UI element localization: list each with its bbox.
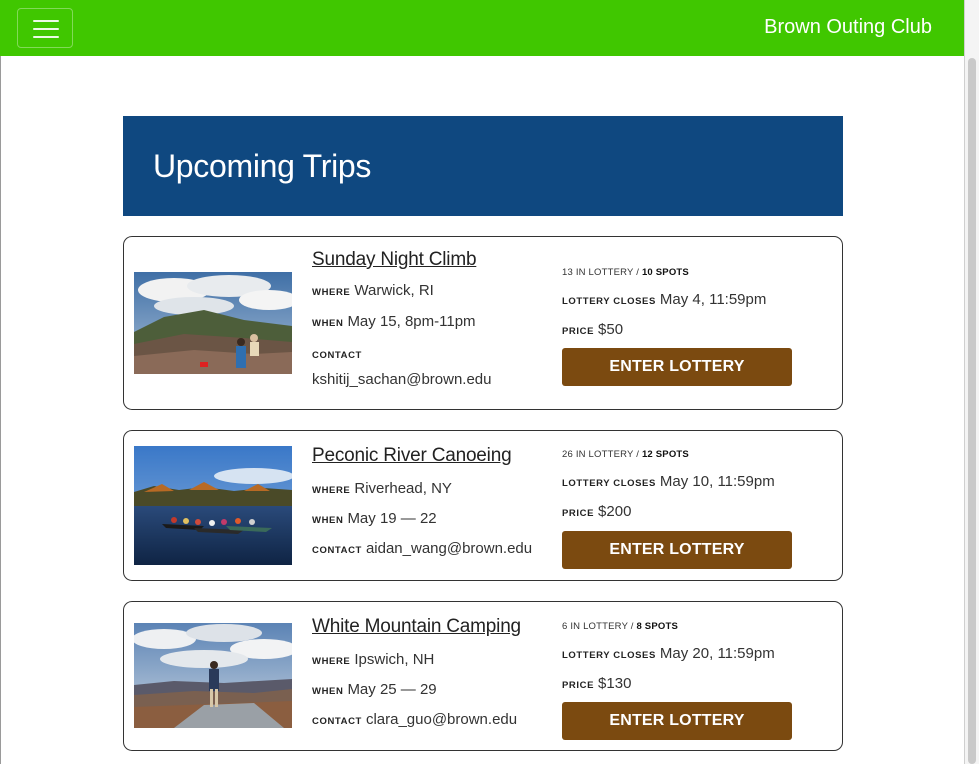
trip-price: price $130 <box>562 675 631 692</box>
enter-lottery-button[interactable]: Enter Lottery <box>562 531 792 569</box>
where-value: Ipswich, NH <box>354 651 435 668</box>
contact-label: contact <box>312 350 362 361</box>
when-value: May 25 — 29 <box>347 681 437 698</box>
lottery-closes-value: May 20, 11:59pm <box>659 645 775 662</box>
trip-where: where Warwick, RI <box>312 282 434 299</box>
trip-card: Peconic River Canoeing where Riverhead, N… <box>123 430 843 581</box>
window-left-border <box>0 0 1 764</box>
when-label: when <box>312 318 344 329</box>
trip-photo <box>134 446 292 565</box>
spots-count: 10 <box>641 267 653 278</box>
when-label: when <box>312 686 344 697</box>
scrollbar-thumb[interactable] <box>968 58 976 764</box>
trip-where: where Ipswich, NH <box>312 651 434 668</box>
lottery-count: 26 in lottery / 12 spots <box>562 449 689 460</box>
spots-count: 12 <box>641 449 653 460</box>
menu-bar <box>33 20 59 22</box>
lottery-closes-label: lottery closes <box>562 650 656 661</box>
trip-title-link[interactable]: White Mountain Camping <box>312 616 521 638</box>
contact-label: contact <box>312 716 362 727</box>
trip-info: Peconic River Canoeing where Riverhead, N… <box>312 445 532 557</box>
enter-lottery-button[interactable]: Enter Lottery <box>562 348 792 386</box>
price-label: price <box>562 326 595 337</box>
hamburger-menu-icon[interactable] <box>17 8 73 48</box>
trip-when: when May 25 — 29 <box>312 681 437 698</box>
site-brand-link[interactable]: Brown Outing Club <box>764 16 932 39</box>
price-value: $200 <box>598 503 632 520</box>
lottery-closes-label: lottery closes <box>562 478 656 489</box>
where-value: Riverhead, NY <box>354 480 452 497</box>
spots-label: spots <box>655 267 689 278</box>
trip-when: when May 19 — 22 <box>312 510 437 527</box>
trip-photo <box>134 623 292 728</box>
spots-label: spots <box>655 449 689 460</box>
where-value: Warwick, RI <box>354 282 434 299</box>
page-header-banner: Upcoming Trips <box>123 116 843 216</box>
trip-photo <box>134 272 292 374</box>
top-navbar: Brown Outing Club <box>0 0 964 56</box>
lottery-closes-value: May 4, 11:59pm <box>659 291 767 308</box>
in-lottery-label: in lottery / <box>570 621 634 632</box>
contact-email: kshitij_sachan@brown.edu <box>312 371 492 388</box>
lottery-count: 6 in lottery / 8 spots <box>562 621 678 632</box>
lottery-closes: lottery closes May 4, 11:59pm <box>562 291 766 308</box>
price-label: price <box>562 680 595 691</box>
when-label: when <box>312 515 344 526</box>
vertical-scrollbar[interactable] <box>965 0 979 764</box>
in-lottery-label: in lottery / <box>575 267 640 278</box>
trip-price: price $200 <box>562 503 631 520</box>
trip-info: White Mountain Camping where Ipswich, NH … <box>312 616 521 728</box>
lottery-closes-value: May 10, 11:59pm <box>659 473 775 490</box>
spots-count: 8 <box>636 621 642 632</box>
in-lottery-count: 6 <box>562 621 568 632</box>
trip-title-link[interactable]: Peconic River Canoeing <box>312 445 512 467</box>
where-label: where <box>312 656 351 667</box>
in-lottery-count: 13 <box>562 267 573 278</box>
when-value: May 19 — 22 <box>347 510 437 527</box>
trip-price: price $50 <box>562 321 623 338</box>
contact-email: aidan_wang@brown.edu <box>365 540 533 557</box>
contact-label: contact <box>312 545 362 556</box>
trip-contact: contact aidan_wang@brown.edu <box>312 540 532 557</box>
trip-card: White Mountain Camping where Ipswich, NH … <box>123 601 843 751</box>
trip-title-link[interactable]: Sunday Night Climb <box>312 249 477 271</box>
price-value: $130 <box>598 675 632 692</box>
trip-contact: contact <box>312 345 366 362</box>
price-value: $50 <box>598 321 624 338</box>
trip-where: where Riverhead, NY <box>312 480 452 497</box>
lake-canoes-photo <box>134 446 292 565</box>
in-lottery-label: in lottery / <box>575 449 640 460</box>
page-title: Upcoming Trips <box>153 148 372 184</box>
enter-lottery-button[interactable]: Enter Lottery <box>562 702 792 740</box>
hiker-overlook-photo <box>134 623 292 728</box>
lottery-closes: lottery closes May 10, 11:59pm <box>562 473 775 490</box>
where-label: where <box>312 287 351 298</box>
in-lottery-count: 26 <box>562 449 573 460</box>
mountain-summit-photo <box>134 272 292 374</box>
menu-bar <box>33 28 59 30</box>
spots-label: spots <box>644 621 678 632</box>
trip-when: when May 15, 8pm-11pm <box>312 313 476 330</box>
trip-card: Sunday Night Climb where Warwick, RI when… <box>123 236 843 410</box>
when-value: May 15, 8pm-11pm <box>347 313 476 330</box>
lottery-closes: lottery closes May 20, 11:59pm <box>562 645 775 662</box>
lottery-count: 13 in lottery / 10 spots <box>562 267 689 278</box>
trip-info: Sunday Night Climb where Warwick, RI when… <box>312 249 492 388</box>
where-label: where <box>312 485 351 496</box>
menu-bar <box>33 36 59 38</box>
contact-email: clara_guo@brown.edu <box>365 711 518 728</box>
trip-contact: contact clara_guo@brown.edu <box>312 711 517 728</box>
lottery-closes-label: lottery closes <box>562 296 656 307</box>
price-label: price <box>562 508 595 519</box>
